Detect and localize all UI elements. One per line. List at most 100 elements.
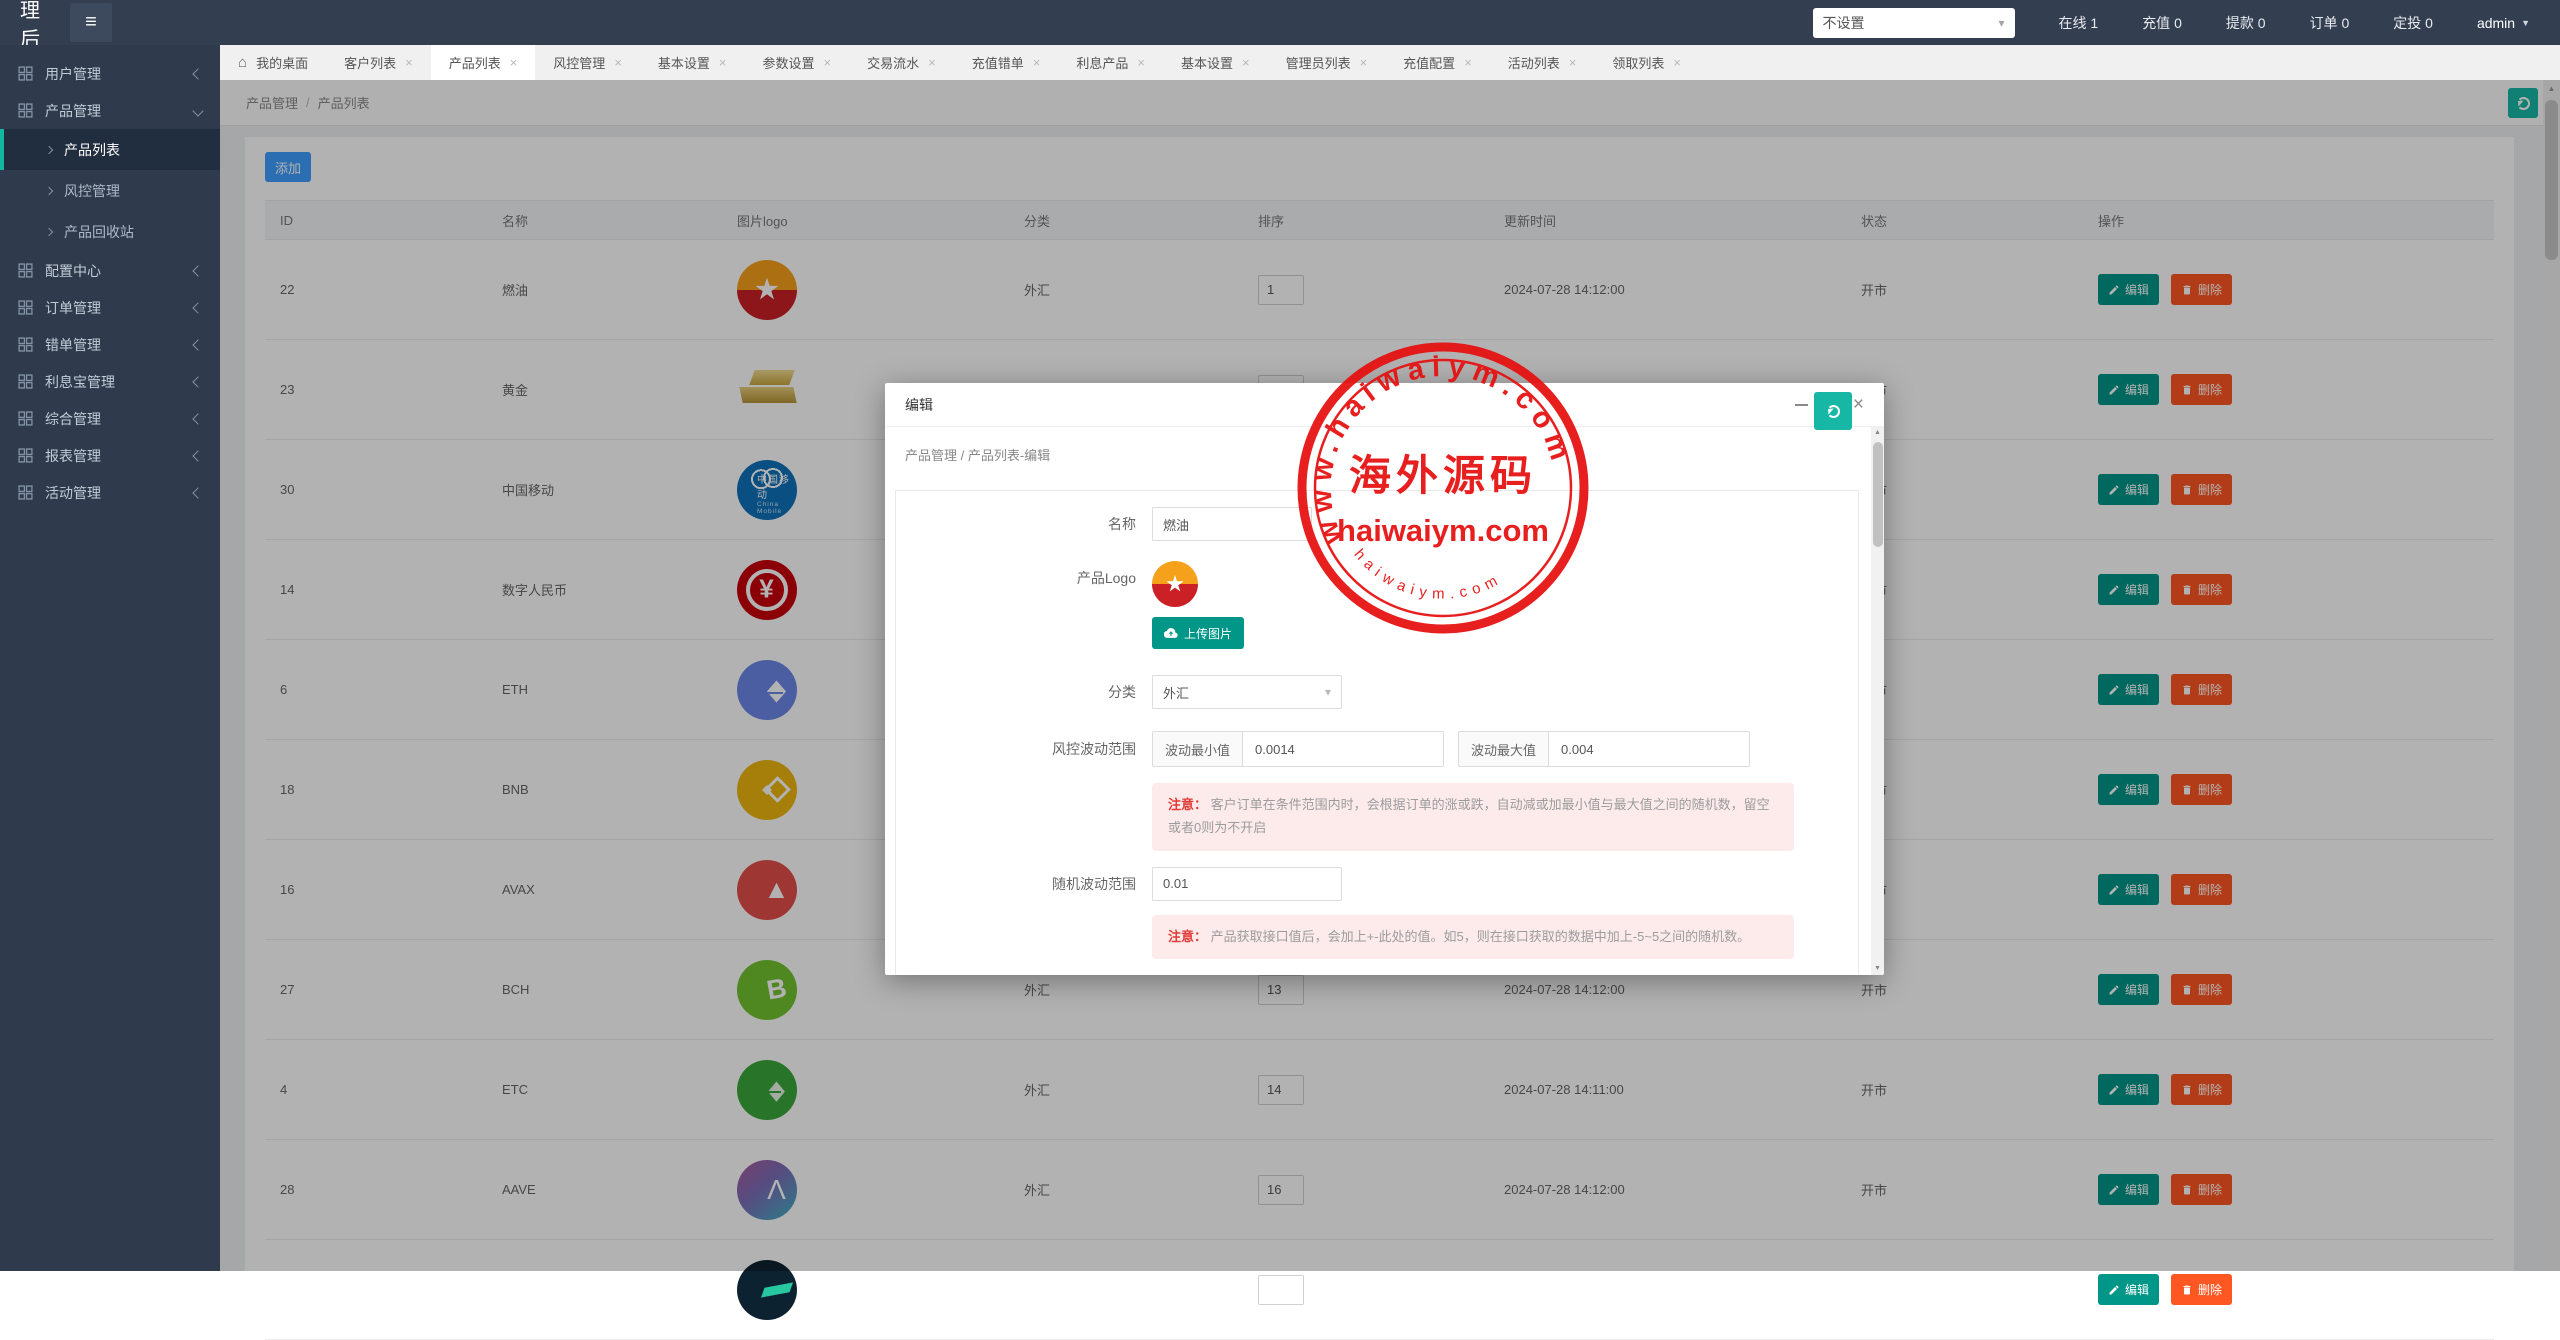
tab-close-icon[interactable]: ×	[1673, 55, 1681, 70]
delete-button[interactable]: 删除	[2171, 1274, 2232, 1305]
upload-button[interactable]: 上传图片	[1152, 617, 1244, 649]
tab[interactable]: 利息产品 ×	[1058, 45, 1163, 80]
category-select[interactable]: 外汇 ▾	[1152, 675, 1342, 709]
tab-close-icon[interactable]: ×	[1137, 55, 1145, 70]
sidebar-item-label: 产品管理	[45, 101, 194, 121]
upload-cloud-icon	[1164, 626, 1178, 640]
close-icon[interactable]: ×	[1853, 395, 1864, 414]
grid-icon	[18, 485, 33, 500]
chevron-icon	[192, 450, 203, 461]
sidebar-item-label: 用户管理	[45, 64, 194, 84]
tab[interactable]: 充值配置 ×	[1385, 45, 1490, 80]
chevron-icon	[192, 339, 203, 350]
tab[interactable]: 风控管理 ×	[535, 45, 640, 80]
chevron-icon	[192, 302, 203, 313]
scrollbar-thumb[interactable]	[1873, 442, 1883, 547]
sidebar-subitem-label: 风控管理	[64, 181, 120, 201]
random-note: 注意： 产品获取接口值后，会加上+-此处的值。如5，则在接口获取的数据中加上-5…	[1152, 915, 1794, 960]
tab-label: 客户列表	[344, 53, 396, 72]
sidebar-item-label: 配置中心	[45, 261, 194, 281]
sidebar-item[interactable]: 错单管理	[0, 326, 220, 363]
tab[interactable]: 管理员列表 ×	[1268, 45, 1386, 80]
tab[interactable]: 活动列表 ×	[1490, 45, 1595, 80]
tab-close-icon[interactable]: ×	[1569, 55, 1577, 70]
sidebar-item[interactable]: 订单管理	[0, 289, 220, 326]
sidebar-subitem[interactable]: 产品回收站	[0, 211, 220, 252]
tab[interactable]: 客户列表 ×	[326, 45, 431, 80]
sidebar-item[interactable]: 用户管理	[0, 55, 220, 92]
max-volatility-group: 波动最大值 0.004	[1458, 731, 1750, 767]
menu-toggle-icon[interactable]: ≡	[70, 3, 112, 42]
sidebar-item[interactable]: 活动管理	[0, 474, 220, 511]
name-input[interactable]: 燃油	[1152, 507, 1312, 541]
sidebar-item[interactable]: 配置中心	[0, 252, 220, 289]
tab-close-icon[interactable]: ×	[614, 55, 622, 70]
tab-close-icon[interactable]: ×	[1242, 55, 1250, 70]
min-addon: 波动最小值	[1153, 732, 1243, 766]
tab[interactable]: 基本设置 ×	[1163, 45, 1268, 80]
home-icon: ⌂	[238, 54, 247, 71]
minimize-icon[interactable]	[1795, 404, 1808, 406]
modal-title: 编辑	[905, 395, 933, 415]
max-volatility-input[interactable]: 0.004	[1549, 732, 1749, 766]
sidebar-item-label: 活动管理	[45, 483, 194, 503]
tab[interactable]: 充值错单 ×	[954, 45, 1059, 80]
modal-refresh-button[interactable]	[1814, 392, 1852, 430]
tab-label: 基本设置	[1181, 53, 1233, 72]
tab-label: 风控管理	[553, 53, 605, 72]
sidebar-subitem[interactable]: 产品列表	[0, 129, 220, 170]
sidebar: 用户管理 产品管理 产品列表 风控管理 产品回收站 配置中心 订单管理	[0, 45, 220, 1271]
grid-icon	[18, 103, 33, 118]
scroll-up-icon[interactable]: ▲	[1871, 426, 1884, 439]
tab[interactable]: 领取列表 ×	[1594, 45, 1699, 80]
tab-close-icon[interactable]: ×	[405, 55, 413, 70]
sidebar-item[interactable]: 产品管理	[0, 92, 220, 129]
chevron-down-icon: ▾	[1325, 685, 1331, 699]
sidebar-item-label: 综合管理	[45, 409, 194, 429]
grid-icon	[18, 374, 33, 389]
topbar-stats: 在线 1充值 0提款 0订单 0定投 0	[2015, 13, 2433, 33]
tab[interactable]: ⌂ 我的桌面	[220, 45, 326, 80]
tab-label: 充值错单	[972, 53, 1024, 72]
tab-close-icon[interactable]: ×	[1464, 55, 1472, 70]
sidebar-subitem-label: 产品回收站	[64, 222, 134, 242]
edit-button[interactable]: 编辑	[2098, 1274, 2159, 1305]
topbar-stat: 充值 0	[2142, 13, 2182, 33]
tab[interactable]: 基本设置 ×	[640, 45, 745, 80]
tab[interactable]: 交易流水 ×	[849, 45, 954, 80]
sidebar-subitem[interactable]: 风控管理	[0, 170, 220, 211]
tab-label: 活动列表	[1508, 53, 1560, 72]
tab-close-icon[interactable]: ×	[824, 55, 832, 70]
logo-label: 产品Logo	[896, 561, 1152, 595]
tab-close-icon[interactable]: ×	[719, 55, 727, 70]
tab[interactable]: 参数设置 ×	[745, 45, 850, 80]
random-range-input[interactable]: 0.01	[1152, 867, 1342, 901]
tab-close-icon[interactable]: ×	[510, 55, 518, 70]
sidebar-item[interactable]: 综合管理	[0, 400, 220, 437]
scroll-down-icon[interactable]: ▼	[1871, 962, 1884, 975]
tab[interactable]: 产品列表 ×	[431, 45, 536, 80]
sort-input[interactable]	[1258, 1275, 1304, 1305]
grid-icon	[18, 300, 33, 315]
topbar-stat: 订单 0	[2310, 13, 2350, 33]
min-volatility-input[interactable]: 0.0014	[1243, 732, 1443, 766]
caret-down-icon: ▼	[2521, 18, 2530, 28]
quick-filter-select[interactable]: 不设置 ▾	[1813, 8, 2015, 38]
sidebar-menu: 用户管理 产品管理 产品列表 风控管理 产品回收站 配置中心 订单管理	[0, 45, 220, 511]
topbar: 管理后台 ≡ 不设置 ▾ 在线 1充值 0提款 0订单 0定投 0 admin …	[0, 0, 2560, 45]
sidebar-item[interactable]: 报表管理	[0, 437, 220, 474]
grid-icon	[18, 337, 33, 352]
product-logo-preview	[1152, 561, 1198, 607]
user-menu[interactable]: admin ▼	[2477, 15, 2530, 31]
sidebar-item[interactable]: 利息宝管理	[0, 363, 220, 400]
refresh-icon	[1827, 405, 1840, 418]
tab-close-icon[interactable]: ×	[1360, 55, 1368, 70]
tab-close-icon[interactable]: ×	[1033, 55, 1041, 70]
tab-close-icon[interactable]: ×	[928, 55, 936, 70]
tab-label: 领取列表	[1612, 53, 1664, 72]
tab-label: 充值配置	[1403, 53, 1455, 72]
modal-scrollbar[interactable]: ▲ ▼	[1871, 426, 1884, 975]
chevron-down-icon: ▾	[1998, 16, 2004, 30]
chevron-right-icon	[45, 227, 53, 235]
topbar-stat: 在线 1	[2059, 13, 2099, 33]
